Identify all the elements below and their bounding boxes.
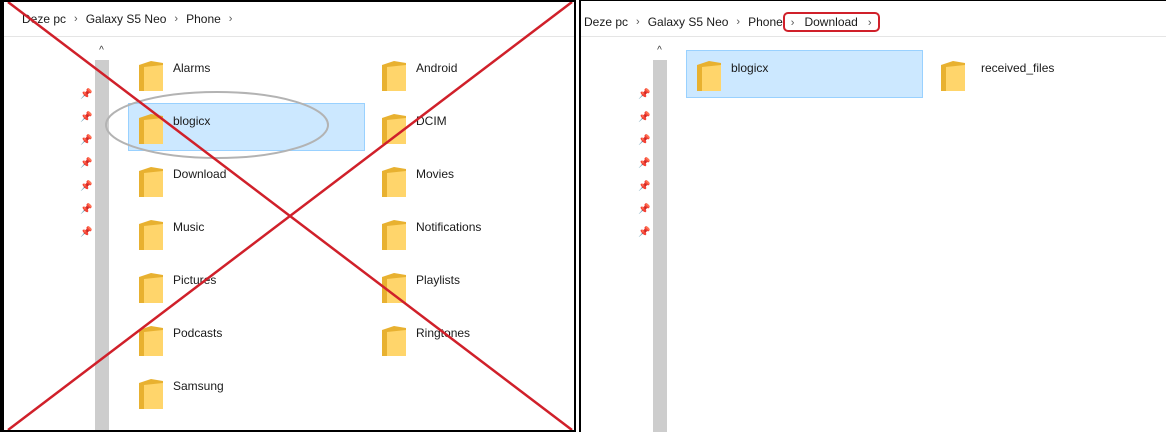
scroll-up-arrow-icon[interactable]: ^ [94,42,109,59]
breadcrumb-chevron-icon[interactable]: › [229,13,233,25]
folder-item[interactable]: Download [128,156,355,204]
folder-name: received_files [981,61,1055,75]
breadcrumb-item-galaxy-s5-neo[interactable]: Galaxy S5 Neo [646,15,731,29]
address-bar[interactable]: Deze pc › Galaxy S5 Neo › Phone › Downloa… [579,0,1166,37]
breadcrumb-chevron-icon[interactable]: › [736,16,740,28]
folder-item[interactable]: Notifications [371,209,576,257]
folder-name: Samsung [173,379,224,393]
pin-icon[interactable]: 📌 [638,226,652,249]
breadcrumb-chevron-icon[interactable]: › [636,16,640,28]
pin-icon[interactable]: 📌 [80,134,94,157]
scroll-up-arrow-icon[interactable]: ^ [652,42,667,59]
folder-icon [139,220,163,250]
folder-name: DCIM [416,114,447,128]
folder-icon [382,326,406,356]
nav-scrollbar[interactable]: ^ [94,42,109,432]
nav-scrollbar[interactable]: ^ [652,42,667,432]
folder-name: Alarms [173,61,211,75]
folder-item[interactable]: Playlists [371,262,576,310]
folder-icon [139,379,163,409]
folder-icon [139,114,163,144]
pin-icon[interactable]: 📌 [638,180,652,203]
pin-icon[interactable]: 📌 [80,111,94,134]
folder-item[interactable]: DCIM [371,103,576,151]
folder-item-selected[interactable]: blogicx [128,103,365,151]
pin-icon[interactable]: 📌 [638,157,652,180]
breadcrumb-item-galaxy-s5-neo[interactable]: Galaxy S5 Neo [84,12,169,26]
folder-item[interactable]: Android [371,50,576,98]
folder-name: Playlists [416,273,461,287]
folder-icon [382,61,406,91]
folder-icon [382,114,406,144]
folder-icon [139,326,163,356]
folder-name: blogicx [731,61,769,75]
folder-item[interactable]: Pictures [128,262,355,310]
breadcrumb-highlight-box: › Download › [782,12,880,32]
folder-item-selected[interactable]: blogicx [686,50,923,98]
folder-item[interactable]: Ringtones [371,315,576,363]
folder-icon [139,61,163,91]
address-bar[interactable]: Deze pc › Galaxy S5 Neo › Phone › [0,0,576,37]
breadcrumb-item-download[interactable]: Download [802,15,859,29]
folder-icon [139,167,163,197]
breadcrumb-chevron-icon[interactable]: › [74,13,78,25]
nav-pins: 📌 📌 📌 📌 📌 📌 📌 [80,88,94,249]
breadcrumb-item-deze-pc[interactable]: Deze pc [20,12,68,26]
breadcrumb-chevron-icon[interactable]: › [791,17,795,29]
scrollbar-thumb[interactable] [653,60,667,432]
folder-name: Notifications [416,220,482,234]
pin-icon[interactable]: 📌 [638,203,652,226]
folder-name: Ringtones [416,326,471,340]
breadcrumb-item-phone[interactable]: Phone [184,12,223,26]
breadcrumb: Deze pc › Galaxy S5 Neo › Phone › [20,12,238,26]
explorer-window-right: Deze pc › Galaxy S5 Neo › Phone › Downloa… [579,0,1166,432]
folder-item[interactable]: Movies [371,156,576,204]
folder-item[interactable]: Alarms [128,50,355,98]
scrollbar-thumb[interactable] [95,60,109,432]
breadcrumb-item-phone[interactable]: Phone [746,15,785,29]
folder-item[interactable]: received_files [930,50,1157,98]
folder-icon [382,220,406,250]
breadcrumb-chevron-icon[interactable]: › [174,13,178,25]
folder-name: blogicx [173,114,211,128]
folder-name: Pictures [173,273,217,287]
folder-item[interactable]: Music [128,209,355,257]
breadcrumb: Deze pc › Galaxy S5 Neo › Phone › Downloa… [582,12,880,32]
folder-icon [382,167,406,197]
pin-icon[interactable]: 📌 [638,134,652,157]
folder-item[interactable]: Podcasts [128,315,355,363]
folder-name: Download [173,167,227,181]
pin-icon[interactable]: 📌 [638,88,652,111]
pin-icon[interactable]: 📌 [80,180,94,203]
pin-icon[interactable]: 📌 [80,226,94,249]
folder-name: Android [416,61,458,75]
explorer-window-left: Deze pc › Galaxy S5 Neo › Phone › 📌 📌 📌 … [0,0,576,432]
breadcrumb-item-deze-pc[interactable]: Deze pc [582,15,630,29]
folder-item[interactable]: Samsung [128,368,355,416]
pin-icon[interactable]: 📌 [80,203,94,226]
breadcrumb-chevron-icon[interactable]: › [868,17,872,29]
folder-icon [139,273,163,303]
nav-pins: 📌 📌 📌 📌 📌 📌 📌 [638,88,652,249]
folder-name: Podcasts [173,326,223,340]
folder-name: Movies [416,167,455,181]
pin-icon[interactable]: 📌 [80,88,94,111]
pin-icon[interactable]: 📌 [638,111,652,134]
folder-icon [697,61,721,91]
folder-icon [941,61,965,91]
folder-name: Music [173,220,205,234]
folder-icon [382,273,406,303]
pin-icon[interactable]: 📌 [80,157,94,180]
